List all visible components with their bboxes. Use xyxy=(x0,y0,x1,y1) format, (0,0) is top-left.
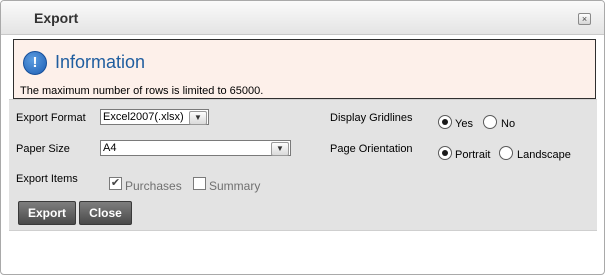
export-format-label: Export Format xyxy=(16,112,86,124)
dialog-title: Export xyxy=(34,10,79,26)
paper-size-select[interactable]: A4 ▼ xyxy=(100,140,291,156)
checkmark-icon: ✔ xyxy=(110,177,121,189)
gridlines-yes-label[interactable]: Yes xyxy=(455,118,473,130)
export-format-select[interactable]: Excel2007(.xlsx) ▼ xyxy=(100,109,209,125)
export-format-value: Excel2007(.xlsx) xyxy=(103,111,184,123)
gridlines-no-radio[interactable] xyxy=(483,115,497,129)
orientation-landscape-label[interactable]: Landscape xyxy=(517,149,571,161)
chevron-down-icon[interactable]: ▼ xyxy=(189,111,207,125)
display-gridlines-label: Display Gridlines xyxy=(330,112,413,124)
purchases-checkbox[interactable]: ✔ xyxy=(109,177,122,190)
export-dialog: Export × ! Information The maximum numbe… xyxy=(0,0,605,275)
close-button[interactable]: Close xyxy=(79,201,132,225)
export-options-form: Export Format Excel2007(.xlsx) ▼ Paper S… xyxy=(9,99,597,231)
orientation-portrait-label[interactable]: Portrait xyxy=(455,149,490,161)
dialog-content: ! Information The maximum number of rows… xyxy=(9,35,597,273)
info-icon: ! xyxy=(23,51,47,75)
summary-label[interactable]: Summary xyxy=(209,179,260,193)
purchases-label[interactable]: Purchases xyxy=(125,179,182,193)
paper-size-value: A4 xyxy=(103,142,117,154)
close-icon[interactable]: × xyxy=(578,13,591,25)
chevron-down-icon[interactable]: ▼ xyxy=(271,142,289,156)
page-orientation-label: Page Orientation xyxy=(330,143,413,155)
information-message: The maximum number of rows is limited to… xyxy=(20,85,264,97)
information-box: ! Information The maximum number of rows… xyxy=(13,39,596,99)
gridlines-no-label[interactable]: No xyxy=(501,118,515,130)
information-title: Information xyxy=(55,52,146,72)
dialog-titlebar[interactable]: Export × xyxy=(1,1,604,35)
orientation-portrait-radio[interactable] xyxy=(438,146,452,160)
orientation-landscape-radio[interactable] xyxy=(499,146,513,160)
export-items-label: Export Items xyxy=(16,173,78,185)
export-button[interactable]: Export xyxy=(18,201,76,225)
paper-size-label: Paper Size xyxy=(16,143,70,155)
gridlines-yes-radio[interactable] xyxy=(438,115,452,129)
summary-checkbox[interactable] xyxy=(193,177,206,190)
